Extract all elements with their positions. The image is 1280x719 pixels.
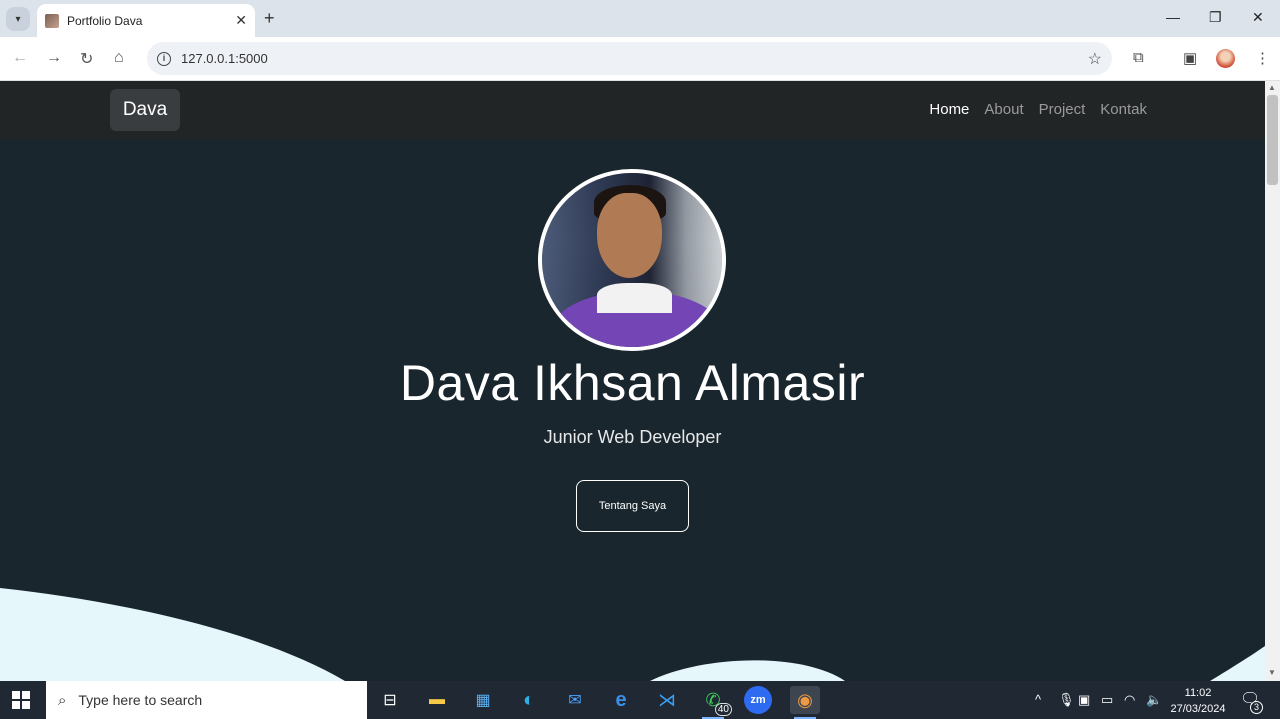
notification-count: 3 (1250, 701, 1263, 714)
scroll-up-icon[interactable]: ▲ (1268, 83, 1276, 92)
address-bar[interactable]: i 127.0.0.1:5000 ☆ (147, 42, 1112, 75)
battery-icon[interactable]: ▭ (1101, 692, 1113, 708)
hero-name: Dava Ikhsan Almasir (399, 355, 866, 411)
close-tab-icon[interactable]: ✕ (235, 12, 247, 29)
browser-toolbar: ← → ↻ ⌂ i 127.0.0.1:5000 ☆ ⧉ ▣ ⋮ (0, 37, 1280, 81)
vscode-icon[interactable]: ⋊ (652, 686, 682, 714)
hero-role: Junior Web Developer (543, 427, 722, 447)
wave-divider (0, 588, 1265, 681)
zoom-icon[interactable]: zm (744, 686, 772, 714)
nav-links: Home About Project Kontak (929, 101, 1147, 118)
reload-icon[interactable]: ↻ (80, 49, 93, 69)
windows-start-icon[interactable] (12, 691, 30, 709)
taskbar-search[interactable]: ⌕ Type here to search (46, 681, 367, 719)
notification-center-icon[interactable]: 🗨 3 (1240, 689, 1263, 714)
site-navbar: Dava Home About Project Kontak (0, 81, 1265, 140)
browser-tab[interactable]: Portfolio Dava ✕ (37, 4, 255, 37)
web-page: Dava Home About Project Kontak Dava Ikhs… (0, 81, 1265, 681)
profile-avatar[interactable] (1216, 49, 1235, 68)
page-scrollbar[interactable]: ▲ ▼ (1265, 81, 1280, 681)
edge-icon[interactable]: ◐ (514, 686, 544, 714)
restore-icon[interactable]: ❐ (1209, 9, 1222, 26)
bookmark-star-icon[interactable]: ☆ (1088, 49, 1102, 69)
tab-favicon (45, 13, 59, 28)
wifi-icon[interactable]: ◠ (1124, 692, 1135, 708)
side-panel-icon[interactable]: ▣ (1183, 49, 1197, 67)
close-window-icon[interactable]: ✕ (1252, 9, 1264, 26)
microphone-icon[interactable]: 🎙 (1058, 692, 1075, 708)
browser-tab-strip: ▾ Portfolio Dava ✕ + — ❐ ✕ (0, 0, 1280, 37)
scrollbar-thumb[interactable] (1267, 95, 1278, 185)
tab-search-button[interactable]: ▾ (6, 7, 30, 31)
clock-time: 11:02 (1184, 687, 1212, 699)
clock-date: 27/03/2024 (1170, 703, 1226, 715)
microsoft-store-icon[interactable]: ▦ (468, 686, 498, 714)
nav-link-project[interactable]: Project (1039, 101, 1086, 118)
task-view-icon[interactable]: ⊟ (375, 686, 405, 714)
navbar-brand[interactable]: Dava (110, 89, 180, 131)
security-icon[interactable]: ▣ (1078, 692, 1090, 708)
back-icon[interactable]: ← (12, 49, 28, 67)
about-me-button[interactable]: Tentang Saya (576, 480, 689, 532)
site-info-icon[interactable]: i (157, 51, 171, 66)
extensions-icon[interactable]: ⧉ (1133, 49, 1144, 66)
chrome-icon[interactable]: ◉ (790, 686, 820, 719)
taskbar-search-placeholder: Type here to search (78, 692, 203, 708)
nav-link-home[interactable]: Home (929, 101, 969, 118)
tray-overflow-icon[interactable]: ^ (1035, 692, 1041, 707)
scroll-down-icon[interactable]: ▼ (1268, 668, 1276, 677)
nav-link-kontak[interactable]: Kontak (1100, 101, 1147, 118)
new-tab-button[interactable]: + (264, 8, 275, 29)
tab-title: Portfolio Dava (67, 13, 143, 28)
menu-kebab-icon[interactable]: ⋮ (1255, 49, 1270, 67)
file-explorer-icon[interactable]: ▬ (422, 686, 452, 714)
forward-icon[interactable]: → (46, 49, 62, 67)
url-text: 127.0.0.1:5000 (181, 51, 268, 66)
windows-taskbar: ⌕ Type here to search ⊟ ▬ ▦ ◐ ✉ e ⋊ ✆ 40 … (0, 681, 1280, 719)
home-icon[interactable]: ⌂ (114, 49, 124, 67)
profile-photo (538, 169, 726, 351)
whatsapp-badge: 40 (714, 703, 732, 716)
minimize-icon[interactable]: — (1166, 9, 1180, 25)
mail-icon[interactable]: ✉ (560, 686, 590, 714)
taskbar-clock[interactable]: 11:02 27/03/2024 (1168, 685, 1228, 717)
ie-icon[interactable]: e (606, 686, 636, 714)
whatsapp-icon[interactable]: ✆ 40 (698, 686, 732, 719)
nav-link-about[interactable]: About (984, 101, 1023, 118)
search-icon: ⌕ (58, 691, 67, 709)
volume-icon[interactable]: 🔈 (1146, 692, 1162, 708)
